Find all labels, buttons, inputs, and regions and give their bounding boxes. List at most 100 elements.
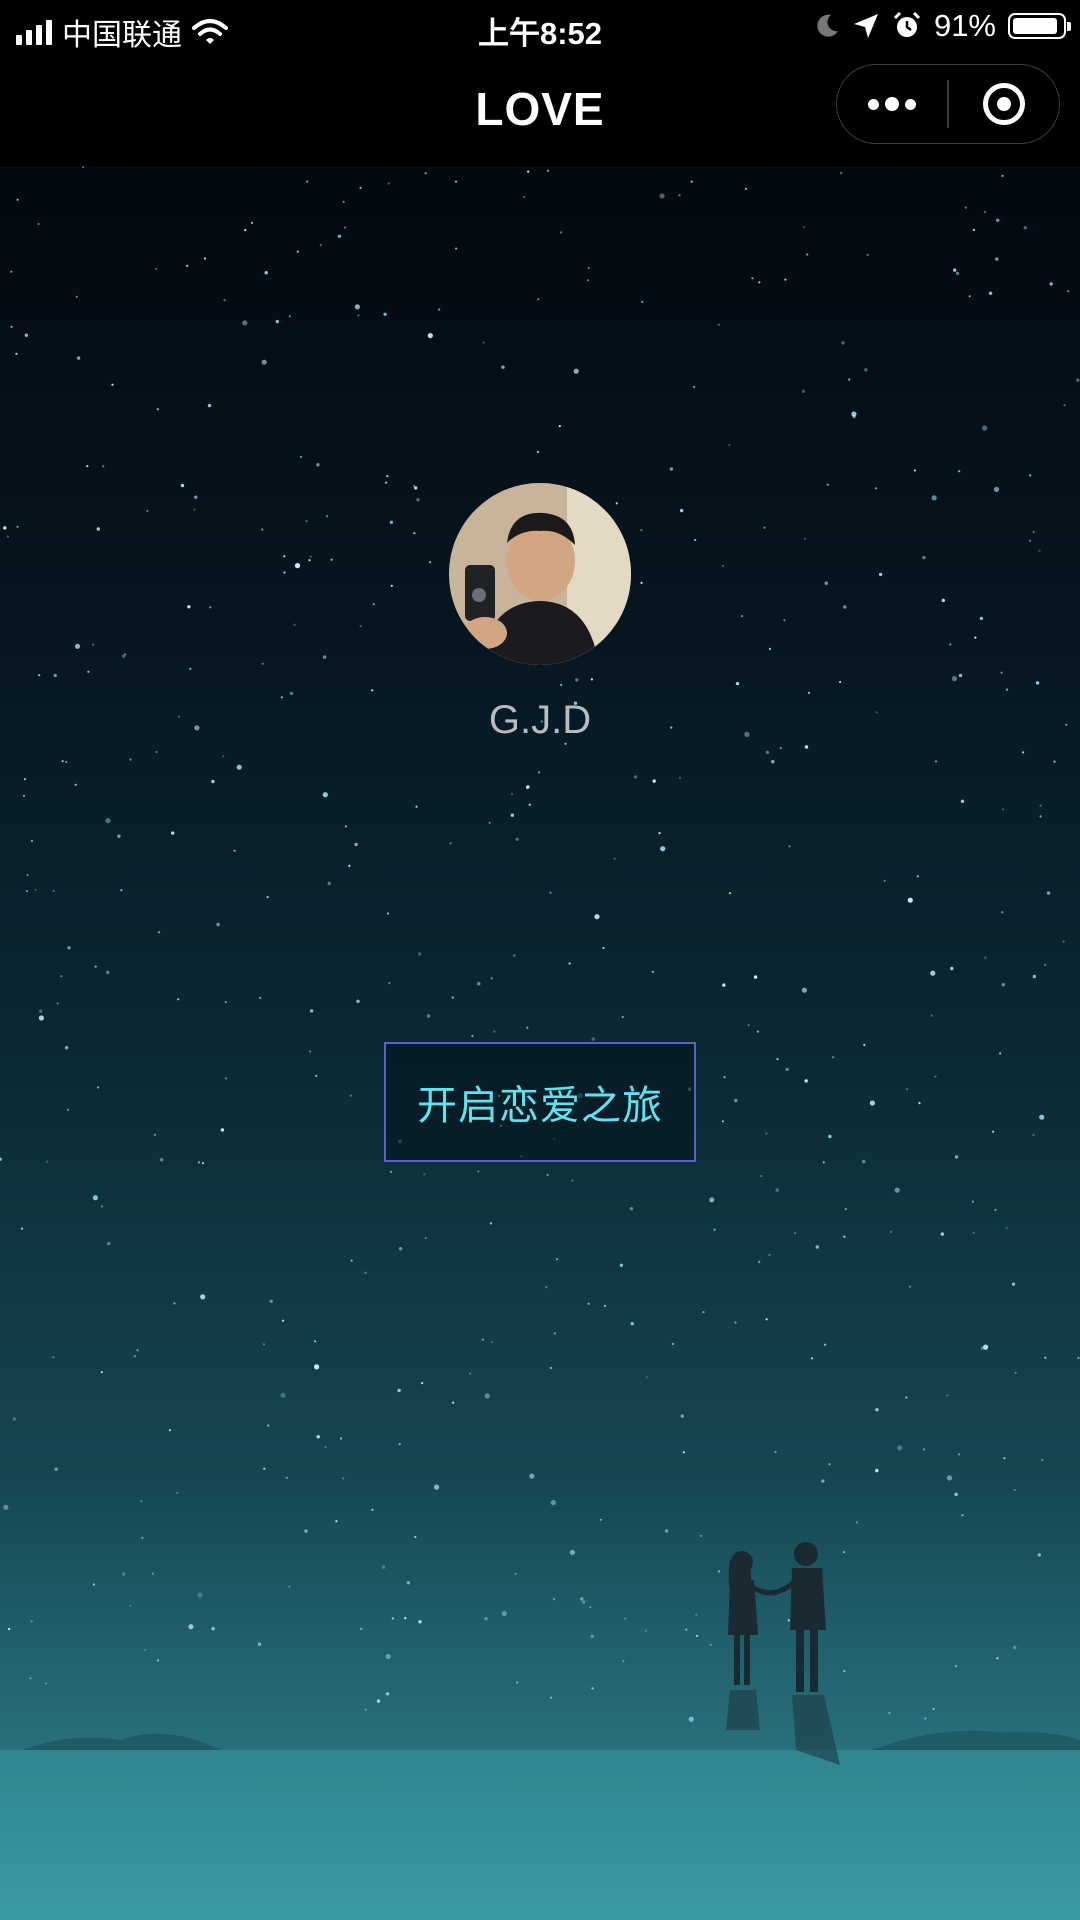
star [82,166,85,169]
star [621,1015,624,1019]
star [983,1344,989,1350]
star [56,1002,59,1005]
star [735,681,740,686]
star [775,1188,779,1192]
star [259,996,262,1000]
star [979,616,984,621]
star [699,1534,703,1537]
status-right: 91% [814,8,1071,44]
star [958,673,963,678]
star [954,1665,958,1668]
star [406,1581,411,1585]
star [710,1199,713,1202]
screen: 中国联通 上午8:52 91% LOVE G.J.D 开启恋爱之旅 [0,0,1080,1920]
star [883,879,886,882]
star [385,1653,391,1660]
star [995,257,999,261]
star [281,1319,285,1322]
star [120,889,123,892]
star [262,1343,265,1346]
star [45,1682,48,1685]
star [224,1001,227,1004]
star [357,314,360,317]
star [398,1247,403,1251]
more-button[interactable] [837,65,947,143]
star [471,1034,474,1038]
star [930,1014,933,1017]
star [645,1376,648,1379]
star [359,625,362,628]
close-miniprogram-button[interactable] [949,65,1059,143]
star [908,1285,912,1288]
star [680,1414,684,1418]
star [536,450,540,453]
star [744,187,748,190]
star [984,956,987,959]
star [416,498,420,502]
star [359,186,362,189]
star [187,605,191,609]
star [633,775,638,779]
star [514,1572,517,1575]
star [322,655,327,659]
star [804,745,809,749]
star [624,1617,627,1620]
star [734,1321,737,1324]
star [768,647,772,650]
star [549,891,552,894]
star [527,170,530,173]
star [682,1451,685,1454]
star [587,1302,590,1305]
star [288,315,291,318]
star [640,529,643,532]
star [155,267,158,271]
star [756,1030,760,1033]
star [784,278,787,281]
star [1003,1457,1006,1460]
star [717,323,720,326]
star [1028,539,1032,542]
star [316,1435,320,1439]
star [1011,1282,1016,1286]
star [546,1173,549,1176]
star [602,946,605,950]
star [427,333,433,339]
star [652,779,656,783]
star [46,1160,49,1163]
star [776,1058,779,1061]
star [988,291,993,295]
star [3,526,7,530]
star [173,1302,176,1305]
star [157,931,161,934]
star [822,1161,825,1164]
couple-silhouette [726,1542,840,1765]
star [203,257,206,260]
star [644,1629,647,1632]
star [931,495,937,501]
star [629,1207,634,1211]
user-avatar[interactable] [449,483,631,665]
star [309,555,312,558]
star [560,683,563,687]
star [841,341,845,345]
star [74,783,77,786]
star [685,1628,688,1631]
star [388,981,391,985]
star [550,1500,557,1506]
star [619,1263,624,1268]
star [983,210,987,214]
star [146,509,149,513]
star [451,996,454,999]
star [913,469,917,472]
star [424,1236,427,1240]
star [604,1304,607,1307]
star [765,750,770,755]
star [309,1050,312,1053]
star [586,279,590,282]
star [765,1318,768,1321]
star [30,1620,33,1623]
star [244,228,247,232]
star [1037,1553,1042,1557]
start-love-journey-button[interactable]: 开启恋爱之旅 [384,1042,696,1162]
star [501,365,505,369]
